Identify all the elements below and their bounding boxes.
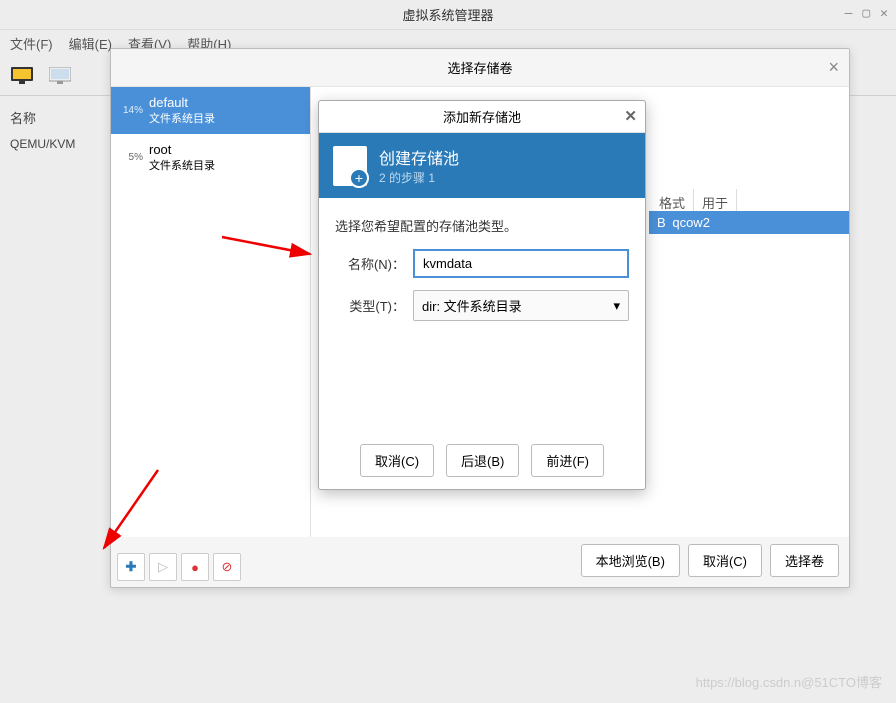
d2-titlebar: 添加新存储池 ✕ <box>319 101 645 133</box>
name-header: 名称 <box>10 102 110 133</box>
play-icon: ▷ <box>158 559 168 575</box>
start-pool-button[interactable]: ▷ <box>149 553 177 581</box>
menu-file[interactable]: 文件(F) <box>6 32 57 55</box>
delete-icon: ⊘ <box>222 559 233 575</box>
pool-name: default <box>149 95 215 110</box>
d1-titlebar: 选择存储卷 × <box>111 49 849 87</box>
cancel-button[interactable]: 取消(C) <box>360 444 434 477</box>
record-icon: ● <box>191 560 199 575</box>
new-vm-icon[interactable] <box>8 62 36 90</box>
forward-button[interactable]: 前进(F) <box>531 444 604 477</box>
d2-title: 添加新存储池 <box>443 107 521 126</box>
chevron-down-icon: ▾ <box>613 298 620 314</box>
pool-sub: 文件系统目录 <box>149 157 215 173</box>
connection-sidebar: 名称 QEMU/KVM <box>0 96 120 703</box>
browse-button[interactable]: 本地浏览(B) <box>581 544 680 577</box>
name-input[interactable] <box>413 249 629 278</box>
cancel-button[interactable]: 取消(C) <box>688 544 762 577</box>
d1-title: 选择存储卷 <box>447 58 512 77</box>
name-label: 名称(N)： <box>335 254 405 273</box>
close-icon[interactable]: ✕ <box>880 6 888 21</box>
stop-pool-button[interactable]: ● <box>181 553 209 581</box>
add-pool-dialog: 添加新存储池 ✕ 创建存储池 2 的步骤 1 选择您希望配置的存储池类型。 名称… <box>318 100 646 490</box>
window-controls: — ▢ ✕ <box>845 6 888 21</box>
vol-size: B <box>657 215 666 230</box>
d2-content: 选择您希望配置的存储池类型。 名称(N)： 类型(T)： dir: 文件系统目录… <box>319 198 645 351</box>
main-titlebar: 虚拟系统管理器 — ▢ ✕ <box>0 0 896 30</box>
main-title: 虚拟系统管理器 <box>402 5 493 24</box>
pool-pct: 5% <box>121 152 143 163</box>
d2-header-title: 创建存储池 <box>379 145 459 169</box>
delete-pool-button[interactable]: ⊘ <box>213 553 241 581</box>
pool-item-root[interactable]: 5% root 文件系统目录 <box>111 134 310 181</box>
open-icon[interactable] <box>46 62 74 90</box>
close-icon[interactable]: ✕ <box>624 107 637 125</box>
connection-item[interactable]: QEMU/KVM <box>10 133 110 155</box>
watermark: https://blog.csdn.n@51CTO博客 <box>696 672 882 691</box>
pool-toolbar: ✚ ▷ ● ⊘ <box>117 553 241 581</box>
maximize-icon[interactable]: ▢ <box>862 6 870 21</box>
d2-header-step: 2 的步骤 1 <box>379 169 459 186</box>
select-volume-button[interactable]: 选择卷 <box>770 544 839 577</box>
type-select[interactable]: dir: 文件系统目录 ▾ <box>413 290 629 321</box>
vol-format: qcow2 <box>672 215 710 230</box>
type-row: 类型(T)： dir: 文件系统目录 ▾ <box>335 290 629 321</box>
menu-edit[interactable]: 编辑(E) <box>65 32 116 55</box>
minimize-icon[interactable]: — <box>845 6 853 21</box>
d2-buttons: 取消(C) 后退(B) 前进(F) <box>319 444 645 477</box>
back-button[interactable]: 后退(B) <box>446 444 519 477</box>
volume-row[interactable]: B qcow2 <box>649 211 849 234</box>
d2-desc: 选择您希望配置的存储池类型。 <box>335 216 629 235</box>
add-pool-button[interactable]: ✚ <box>117 553 145 581</box>
pool-name: root <box>149 142 215 157</box>
d1-buttons: 本地浏览(B) 取消(C) 选择卷 <box>581 544 839 577</box>
close-icon[interactable]: × <box>828 57 839 78</box>
pool-pct: 14% <box>121 105 143 116</box>
type-label: 类型(T)： <box>335 296 405 315</box>
pool-item-default[interactable]: 14% default 文件系统目录 <box>111 87 310 134</box>
pool-sub: 文件系统目录 <box>149 110 215 126</box>
type-value: dir: 文件系统目录 <box>422 296 522 315</box>
d2-header: 创建存储池 2 的步骤 1 <box>319 133 645 198</box>
name-row: 名称(N)： <box>335 249 629 278</box>
pool-list: 14% default 文件系统目录 5% root 文件系统目录 <box>111 87 311 537</box>
storage-add-icon <box>333 146 367 186</box>
plus-icon: ✚ <box>126 559 137 575</box>
